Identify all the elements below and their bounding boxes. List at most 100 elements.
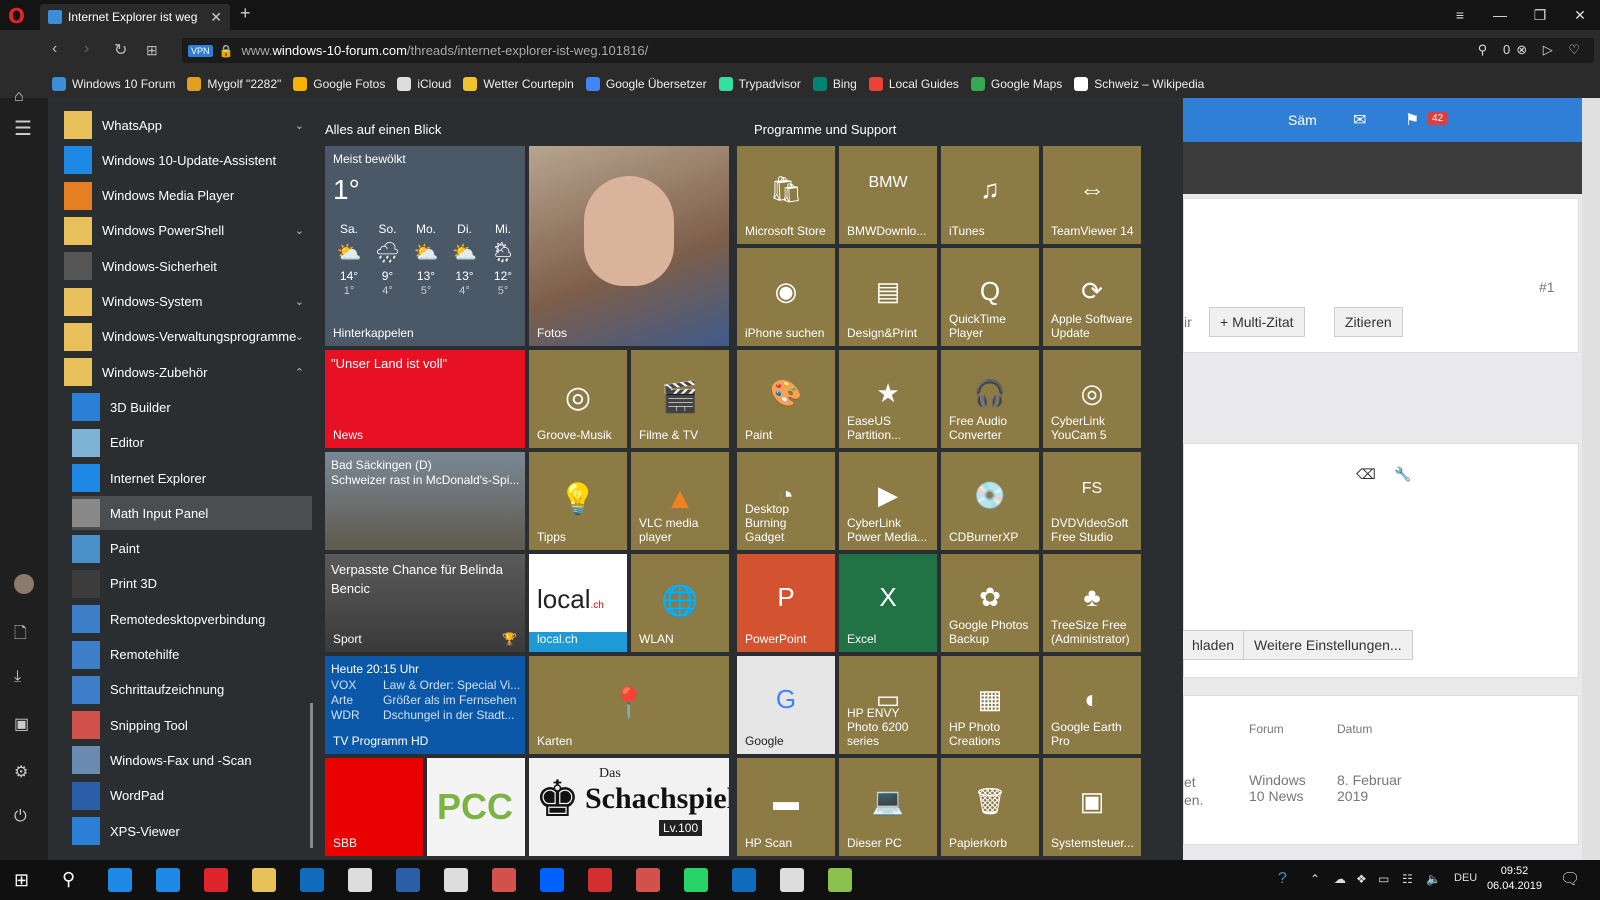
program-tile[interactable]: ♣ TreeSize Free (Administrator) [1043,554,1141,652]
send-icon[interactable]: ▷ [1543,42,1559,57]
program-tile[interactable]: ♫ iTunes [941,146,1039,244]
lock-icon[interactable]: 🔒 [219,44,234,58]
start-list-item[interactable]: Windows PowerShell ⌄ [64,214,304,248]
action-center-icon[interactable]: 🗨 [1560,869,1580,889]
close-tab-icon[interactable]: ✕ [210,9,222,26]
hamburger-menu-icon[interactable]: ☰ [14,116,32,141]
expand-chevron-icon[interactable]: ⌄ [295,119,304,132]
dropbox-icon[interactable]: ❖ [1356,872,1367,886]
movies-tile[interactable]: 🎬 Filme & TV [631,350,729,448]
start-list-item[interactable]: XPS-Viewer [72,814,312,848]
program-tile[interactable]: FS DVDVideoSoft Free Studio [1043,452,1141,550]
tips-tile[interactable]: 💡 Tipps [529,452,627,550]
forward-icon[interactable]: › [84,40,89,58]
bookmark-item[interactable]: Schweiz – Wikipedia [1074,77,1204,91]
windows-start-icon[interactable]: ⊞ [14,870,29,891]
start-list-item[interactable]: Snipping Tool [72,708,312,742]
avatar[interactable] [14,574,34,594]
thread-forum[interactable]: Windows 10 News [1249,772,1319,804]
program-tile[interactable]: ⇔ TeamViewer 14 [1043,146,1141,244]
bookmark-item[interactable]: Windows 10 Forum [52,77,175,91]
taskbar-app-icon[interactable] [732,868,756,892]
power-icon[interactable]: ⏻ [14,808,27,826]
program-tile[interactable]: 💻 Dieser PC [839,758,937,856]
mail-icon[interactable]: ✉ [1353,110,1366,130]
bookmark-item[interactable]: Mygolf "2282" [187,77,281,91]
expand-chevron-icon[interactable]: ⌄ [295,330,304,343]
minimize-icon[interactable]: — [1480,0,1520,30]
browser-tab[interactable]: Internet Explorer ist weg ✕ [40,4,230,30]
program-tile[interactable]: Q QuickTime Player [941,248,1039,346]
program-tile[interactable]: G Google [737,656,835,754]
taskbar-app-icon[interactable] [108,868,132,892]
camera-icon[interactable]: ⌂ [14,88,24,106]
flag-icon[interactable]: ⚑ [1405,110,1419,130]
groove-tile[interactable]: ◎ Groove-Musik [529,350,627,448]
program-tile[interactable]: 💿 CDBurnerXP [941,452,1039,550]
bookmark-item[interactable]: Trypadvisor [718,77,801,91]
program-tile[interactable]: 🛍 Microsoft Store [737,146,835,244]
restore-icon[interactable]: ❐ [1520,0,1560,30]
back-icon[interactable]: ‹ [52,40,57,58]
tv-tile[interactable]: Heute 20:15 Uhr VOX Law & Order: Special … [325,656,525,754]
start-list-item[interactable]: Remotedesktopverbindung [72,602,312,636]
taskbar-app-icon[interactable] [204,868,228,892]
taskbar-app-icon[interactable] [396,868,420,892]
start-list-item[interactable]: Remotehilfe [72,638,312,672]
app-list-scrollbar[interactable] [310,703,313,848]
start-list-item[interactable]: 3D Builder [72,390,312,424]
program-tile[interactable]: 🎨 Paint [737,350,835,448]
vlc-tile[interactable]: ▲ VLC media player [631,452,729,550]
program-tile[interactable]: ✿ Google Photos Backup [941,554,1039,652]
program-tile[interactable]: ◐ Google Earth Pro [1043,656,1141,754]
start-list-item[interactable]: WordPad [72,779,312,813]
wrench-icon[interactable]: 🔧 [1394,466,1411,483]
taskbar-app-icon[interactable] [780,868,804,892]
photos-tile[interactable]: Fotos [529,146,729,346]
bookmark-item[interactable]: Google Maps [970,77,1062,91]
start-list-item[interactable]: Math Input Panel [72,496,312,531]
sport-tile[interactable]: Verpasste Chance für Belinda Bencic Spor… [325,554,525,652]
settings-icon[interactable]: ⚙ [14,762,28,782]
start-list-item[interactable]: Paint [72,532,312,566]
bookmark-item[interactable]: iCloud [397,77,451,91]
taskbar-app-icon[interactable] [492,868,516,892]
start-list-item[interactable]: Windows 10-Update-Assistent [64,143,304,177]
expand-chevron-icon[interactable]: ⌃ [295,366,304,379]
search-icon[interactable]: ⚲ [1478,42,1494,57]
taskbar-app-icon[interactable] [636,868,660,892]
start-list-item[interactable]: Windows-Sicherheit [64,249,304,283]
tab-menu-icon[interactable]: ≡ [1440,0,1480,30]
expand-chevron-icon[interactable]: ⌄ [295,224,304,237]
start-list-item[interactable]: Windows-Fax und -Scan [72,743,312,777]
program-tile[interactable]: ▣ Systemsteuer... [1043,758,1141,856]
program-tile[interactable]: P PowerPoint [737,554,835,652]
quote-button[interactable]: Zitieren [1334,307,1403,337]
start-list-item[interactable]: Windows-System ⌄ [64,285,304,319]
program-tile[interactable]: ▤ Design&Print [839,248,937,346]
program-tile[interactable]: 🎧 Free Audio Converter [941,350,1039,448]
network-icon[interactable]: ☷ [1402,872,1413,886]
tray-chevron-icon[interactable]: ⌃ [1310,872,1320,886]
bookmark-item[interactable]: Bing [812,77,857,91]
heart-icon[interactable]: ♡ [1568,42,1586,57]
more-settings-button[interactable]: Weitere Einstellungen... [1243,630,1413,660]
start-list-item[interactable]: Windows-Verwaltungsprogramme ⌄ [64,320,304,354]
start-list-item[interactable]: WhatsApp ⌄ [64,108,304,142]
taskbar-app-icon[interactable] [444,868,468,892]
program-tile[interactable]: ⟳ Apple Software Update [1043,248,1141,346]
adblock-count[interactable]: 0 [1503,42,1516,57]
help-icon[interactable]: ? [1278,870,1287,888]
cloud-icon[interactable]: ☁ [1334,872,1346,886]
program-tile[interactable]: ▦ HP Photo Creations [941,656,1039,754]
program-tile[interactable]: ◎ CyberLink YouCam 5 [1043,350,1141,448]
maps-tile[interactable]: 📍 Karten [529,656,729,754]
upload-button[interactable]: hladen [1183,630,1246,660]
start-list-item[interactable]: Print 3D [72,567,312,601]
page-scrollbar[interactable] [1582,98,1600,860]
program-tile[interactable]: BMW BMWDownlo... [839,146,937,244]
bookmark-item[interactable]: Google Fotos [293,77,385,91]
program-tile[interactable]: ◔ Desktop Burning Gadget [737,452,835,550]
battery-icon[interactable]: ▭ [1378,872,1389,886]
program-tile[interactable]: ★ EaseUS Partition... [839,350,937,448]
